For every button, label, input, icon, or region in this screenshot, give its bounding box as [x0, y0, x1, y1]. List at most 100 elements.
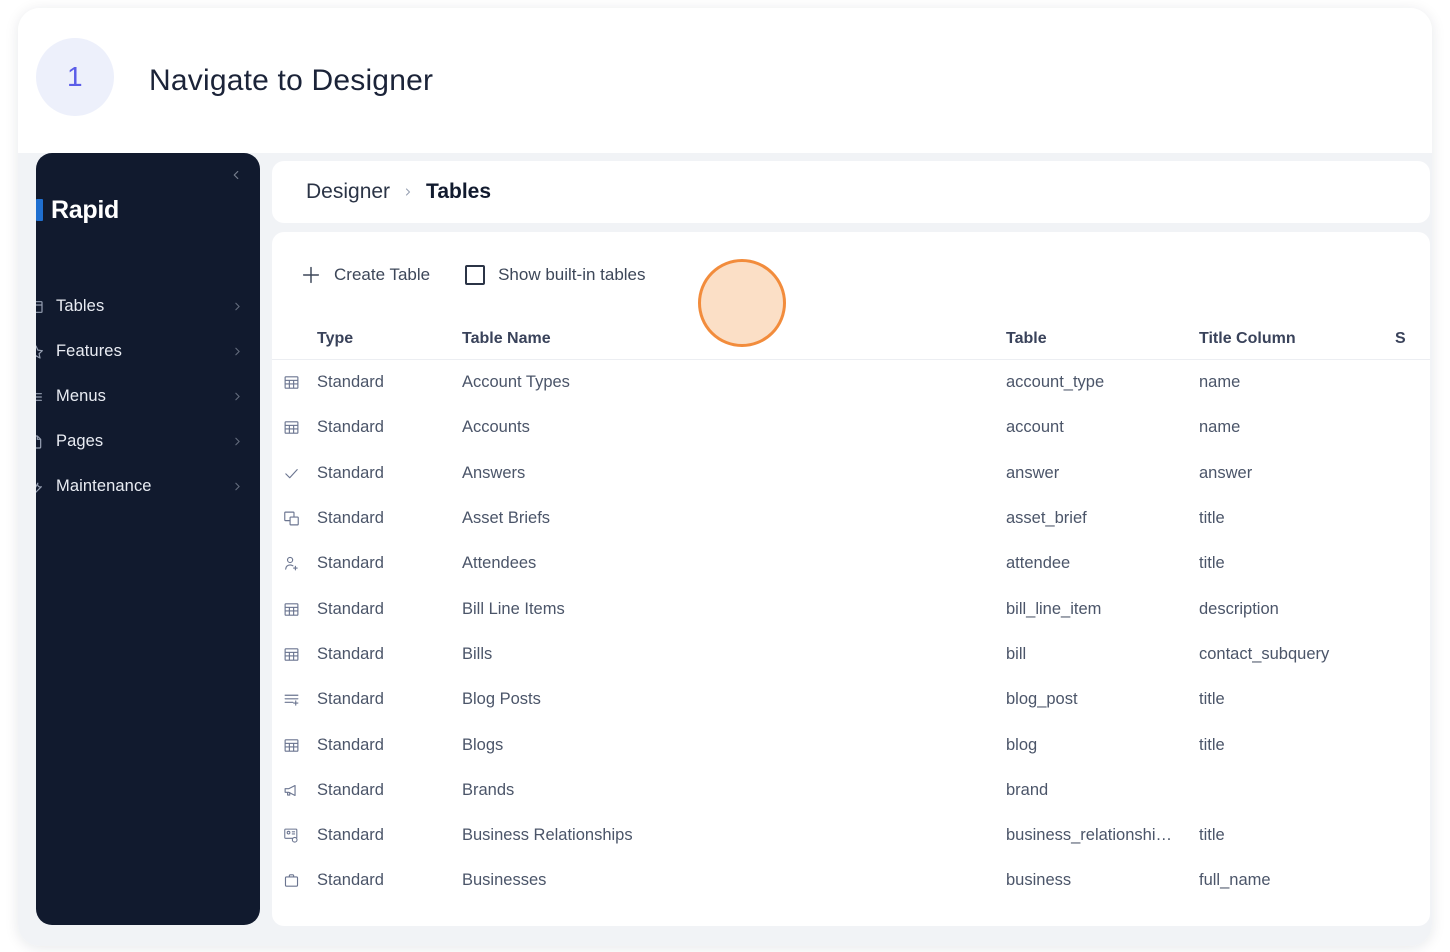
row-type-icon-cell — [272, 782, 317, 799]
column-header-table-name[interactable]: Table Name — [462, 330, 1006, 348]
sidebar-item-tables[interactable]: Tables — [36, 284, 260, 329]
table-row[interactable]: Standard Answers answer answer — [272, 451, 1430, 496]
layers-image-icon — [283, 510, 300, 527]
sidebar-item-label: Tables — [56, 297, 105, 315]
table-icon — [36, 299, 44, 315]
sidebar-item-features[interactable]: Features — [36, 329, 260, 374]
row-table: blog — [1006, 735, 1038, 754]
row-type: Standard — [317, 418, 384, 437]
row-type: Standard — [317, 373, 384, 392]
row-table: bill_line_item — [1006, 599, 1102, 618]
table-row[interactable]: Standard Bill Line Items bill_line_item … — [272, 586, 1430, 631]
table-row[interactable]: Standard Bills bill contact_subquery — [272, 632, 1430, 677]
row-title-column: description — [1199, 599, 1279, 618]
row-type-icon-cell — [272, 646, 317, 663]
row-title-column: full_name — [1199, 871, 1271, 890]
table-row[interactable]: Standard Business Relationships business… — [272, 813, 1430, 858]
step-header: 1 Navigate to Designer — [18, 8, 1432, 153]
row-type: Standard — [317, 826, 384, 845]
row-table-name: Asset Briefs — [462, 509, 551, 528]
breadcrumb-bar: Designer Tables — [272, 161, 1430, 223]
row-title-column: title — [1199, 554, 1225, 573]
row-title-column: name — [1199, 418, 1241, 437]
row-title-column: answer — [1199, 463, 1253, 482]
table-row[interactable]: Standard Brands brand — [272, 768, 1430, 813]
row-title-column: title — [1199, 826, 1225, 845]
breadcrumb-parent[interactable]: Designer — [306, 180, 390, 204]
sidebar-collapse-button[interactable] — [226, 165, 246, 185]
logo-text: Rapid — [51, 195, 119, 224]
row-table-name: Bill Line Items — [462, 599, 565, 618]
row-type-icon-cell — [272, 691, 317, 708]
row-type: Standard — [317, 554, 384, 573]
row-title-column: title — [1199, 690, 1225, 709]
table-header-row: Type Table Name Table Title Column S — [272, 318, 1430, 360]
sidebar-item-label: Maintenance — [56, 477, 152, 495]
row-type: Standard — [317, 463, 384, 482]
show-builtin-tables-checkbox[interactable] — [465, 265, 486, 285]
page-icon — [36, 434, 44, 450]
grid-table-icon — [283, 419, 300, 436]
row-title-column: title — [1199, 735, 1225, 754]
row-table: brand — [1006, 780, 1049, 799]
table-row[interactable]: Standard Asset Briefs asset_brief title — [272, 496, 1430, 541]
table-row[interactable]: Standard Blog Posts blog_post title — [272, 677, 1430, 722]
row-type: Standard — [317, 644, 384, 663]
contact-card-icon — [283, 827, 300, 844]
step-number-badge: 1 — [36, 38, 114, 116]
chevron-right-icon — [230, 390, 244, 404]
app-logo[interactable]: Rapid — [36, 193, 119, 227]
main-pane: Designer Tables Create Table Show built-… — [272, 153, 1432, 946]
row-table-name: Bills — [462, 644, 493, 663]
column-header-truncated[interactable]: S — [1395, 330, 1430, 348]
row-type-icon-cell — [272, 827, 317, 844]
column-header-title-column[interactable]: Title Column — [1199, 330, 1395, 348]
check-icon — [283, 465, 300, 482]
chevron-left-icon — [233, 170, 239, 180]
chevron-right-icon — [230, 435, 244, 449]
chevron-right-icon — [230, 480, 244, 494]
row-type-icon-cell — [272, 374, 317, 391]
row-type-icon-cell — [272, 465, 317, 482]
row-table-name: Accounts — [462, 418, 530, 437]
create-table-button[interactable]: Create Table — [300, 255, 430, 295]
table-row[interactable]: Standard Blogs blog title — [272, 722, 1430, 767]
wrench-icon — [36, 479, 44, 495]
row-table-name: Account Types — [462, 373, 570, 392]
table-row[interactable]: Standard Accounts account name — [272, 405, 1430, 450]
sidebar-nav: Tables Features Menus Pages Maintenance — [36, 284, 260, 509]
row-type-icon-cell — [272, 555, 317, 572]
sidebar-item-maintenance[interactable]: Maintenance — [36, 464, 260, 509]
row-title-column: name — [1199, 373, 1241, 392]
row-table-name: Businesses — [462, 871, 547, 890]
row-type-icon-cell — [272, 872, 317, 889]
app-shell: Rapid Tables Features Menus Pages Mainte… — [18, 153, 1432, 946]
menu-icon — [36, 389, 44, 405]
plus-icon — [300, 264, 322, 286]
table-row[interactable]: Standard Businesses business full_name — [272, 858, 1430, 903]
show-builtin-tables-toggle[interactable]: Show built-in tables — [465, 265, 646, 285]
column-header-type[interactable]: Type — [317, 330, 462, 348]
sidebar-item-pages[interactable]: Pages — [36, 419, 260, 464]
row-table-name: Business Relationships — [462, 826, 633, 845]
row-table: asset_brief — [1006, 509, 1087, 528]
person-add-icon — [283, 555, 300, 572]
grid-table-icon — [283, 601, 300, 618]
sidebar-item-label: Menus — [56, 387, 107, 405]
row-type: Standard — [317, 871, 384, 890]
row-table: blog_post — [1006, 690, 1078, 709]
table-row[interactable]: Standard Attendees attendee title — [272, 541, 1430, 586]
row-type: Standard — [317, 599, 384, 618]
sidebar: Rapid Tables Features Menus Pages Mainte… — [36, 153, 260, 925]
table-row[interactable]: Standard Account Types account_type name — [272, 360, 1430, 405]
row-type: Standard — [317, 690, 384, 709]
row-table: business — [1006, 871, 1072, 890]
column-header-table[interactable]: Table — [1006, 330, 1199, 348]
row-table-name: Blog Posts — [462, 690, 541, 709]
page-root: 1 Navigate to Designer Rapid Tables Feat… — [18, 8, 1432, 946]
grid-table-icon — [283, 646, 300, 663]
page-title: Navigate to Designer — [149, 64, 434, 97]
sidebar-item-menus[interactable]: Menus — [36, 374, 260, 419]
tables-content-card: Create Table Show built-in tables Type T… — [272, 232, 1430, 926]
breadcrumb: Designer Tables — [306, 161, 491, 223]
